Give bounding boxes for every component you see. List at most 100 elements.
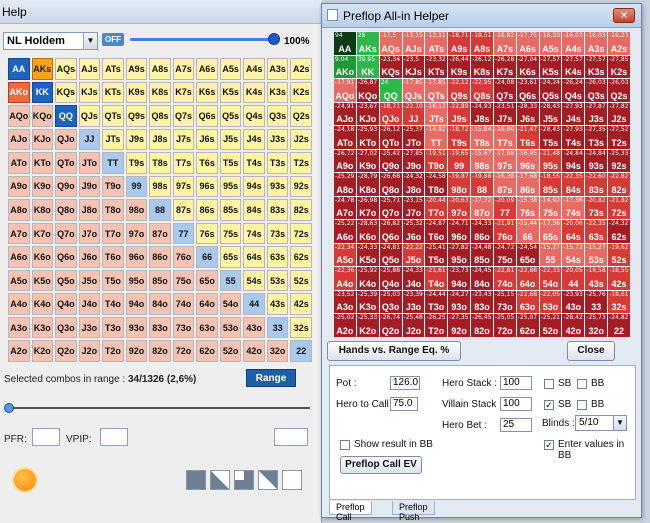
hand-cell[interactable]: 62o xyxy=(196,340,218,362)
equity-cell[interactable]: -24,78 A7o xyxy=(334,196,356,220)
equity-cell[interactable]: -22,35 63s xyxy=(585,220,608,243)
equity-cell[interactable]: -22,33 54o xyxy=(539,267,562,290)
equity-cell[interactable]: -25,37 JTo xyxy=(402,126,425,149)
hand-cell[interactable]: J5o xyxy=(78,269,101,292)
hand-cell[interactable]: J4o xyxy=(78,293,101,315)
equity-cell[interactable]: -19,51 T9o xyxy=(425,149,448,173)
equity-cell[interactable]: -22,82 82s xyxy=(608,173,630,196)
hand-cell[interactable]: KJo xyxy=(31,128,54,151)
hand-cell[interactable]: T6s xyxy=(196,152,218,174)
hand-cell[interactable]: QTo xyxy=(55,152,77,174)
hand-cell[interactable]: 92o xyxy=(125,340,148,362)
hand-cell[interactable]: 87s xyxy=(172,199,195,221)
equity-cell[interactable]: -19,87 98o xyxy=(448,173,471,196)
pfr-input[interactable] xyxy=(32,428,60,446)
hand-cell[interactable]: Q5o xyxy=(55,269,77,292)
hand-cell[interactable]: 73o xyxy=(172,316,195,339)
equity-cell[interactable]: -25,71 Q7o xyxy=(379,196,402,220)
equity-cell[interactable]: 94 AA xyxy=(334,32,356,55)
equity-cell[interactable]: -26,44 K9s xyxy=(448,55,471,79)
empty-square-icon[interactable] xyxy=(282,470,302,490)
equity-cell[interactable]: -18,71 QJo xyxy=(379,102,402,126)
hand-cell[interactable]: K3s xyxy=(266,81,289,104)
equity-cell[interactable]: -26,03 Q3s xyxy=(585,79,608,102)
hand-cell[interactable]: 63o xyxy=(196,316,218,339)
hand-cell[interactable]: 93o xyxy=(125,316,148,339)
equity-cell[interactable]: -24,54 65o xyxy=(516,243,539,267)
hand-cell[interactable]: QJo xyxy=(55,128,77,151)
hand-cell[interactable]: 32o xyxy=(266,340,289,362)
equity-cell[interactable]: -25,22 A6o xyxy=(334,220,356,243)
hand-cell[interactable]: 64o xyxy=(196,293,218,315)
equity-cell[interactable]: -26,03 Q2s xyxy=(608,79,630,102)
equity-cell[interactable]: -24,32 62s xyxy=(608,220,630,243)
hand-cell[interactable]: A8s xyxy=(149,58,171,80)
equity-cell[interactable]: -22,22 J5o xyxy=(402,243,425,267)
hand-cell[interactable]: T4o xyxy=(102,293,124,315)
extra-input[interactable] xyxy=(274,428,308,446)
hand-cell[interactable]: K5s xyxy=(219,81,242,104)
equity-cell[interactable]: -25,21 52o xyxy=(539,314,562,337)
equity-cell[interactable]: -25,05 72o xyxy=(493,314,516,337)
game-select[interactable]: NL Holdem ▼ xyxy=(3,32,98,50)
equity-cell[interactable]: -16,95 96s xyxy=(516,149,539,173)
equity-cell[interactable]: -16,38 87s xyxy=(493,173,516,196)
hand-cell[interactable]: J2s xyxy=(290,128,312,151)
equity-cell[interactable]: -27,35 92o xyxy=(448,314,471,337)
equity-cell[interactable]: -22,10 JJ xyxy=(402,102,425,126)
hand-cell[interactable]: Q4s xyxy=(243,105,265,127)
hand-cell[interactable]: A2s xyxy=(290,58,312,80)
equity-cell[interactable]: -24,33 J4o xyxy=(402,267,425,290)
equity-cell[interactable]: -25,33 92s xyxy=(608,149,630,173)
equity-cell[interactable]: -24,72 75o xyxy=(493,243,516,267)
range-button[interactable]: Range xyxy=(246,369,296,387)
equity-cell[interactable]: -22,12 Q9s xyxy=(448,79,471,102)
equity-cell[interactable]: -22,35 84s xyxy=(562,173,585,196)
equity-cell[interactable]: -25,76 33 xyxy=(585,290,608,314)
vpip-input[interactable] xyxy=(100,428,128,446)
hand-cell[interactable]: 32s xyxy=(290,316,312,339)
equity-cell[interactable]: -27,85 J9o xyxy=(402,149,425,173)
hand-cell[interactable]: 92s xyxy=(290,175,312,198)
equity-cell[interactable]: -24,81 Q5o xyxy=(379,243,402,267)
equity-cell[interactable]: -21,48 95s xyxy=(539,149,562,173)
hand-cell[interactable]: 65o xyxy=(196,269,218,292)
equity-cell[interactable]: -15,27 55 xyxy=(539,243,562,267)
hand-cell[interactable]: AKs xyxy=(31,58,54,80)
hand-cell[interactable]: QJs xyxy=(78,105,101,127)
hero-sb-checkbox[interactable] xyxy=(544,379,554,389)
equity-cell[interactable]: -22,60 83s xyxy=(585,173,608,196)
equity-cell[interactable]: -15,84 T8s xyxy=(471,126,493,149)
hand-cell[interactable]: 95s xyxy=(219,175,242,198)
equity-cell[interactable]: -15,67 98s xyxy=(471,149,493,173)
hand-cell[interactable]: 94s xyxy=(243,175,265,198)
hand-cell[interactable]: K2s xyxy=(290,81,312,104)
equity-cell[interactable]: -19,58 43s xyxy=(585,267,608,290)
equity-cell[interactable]: -26,24 Q4s xyxy=(562,79,585,102)
equity-cell[interactable]: -19,65 99 xyxy=(448,149,471,173)
hand-cell[interactable]: 54s xyxy=(243,269,265,292)
show-result-bb-checkbox[interactable] xyxy=(340,440,350,450)
equity-cell[interactable]: -27,82 J2s xyxy=(608,102,630,126)
hand-cell[interactable]: A3s xyxy=(266,58,289,80)
hand-cell[interactable]: Q2s xyxy=(290,105,312,127)
equity-cell[interactable]: -28,33 J6s xyxy=(516,102,539,126)
hand-cell[interactable]: 43o xyxy=(243,316,265,339)
equity-cell[interactable]: -16,03 A4s xyxy=(562,32,585,55)
hand-cell[interactable]: T8o xyxy=(102,199,124,221)
equity-cell[interactable]: -25,39 K3o xyxy=(356,290,379,314)
hand-cell[interactable]: 63s xyxy=(266,246,289,268)
orange-icon[interactable] xyxy=(12,467,38,493)
hand-cell[interactable]: J7o xyxy=(78,222,101,245)
hand-cell[interactable]: 55 xyxy=(219,269,242,292)
equity-cell[interactable]: -22,88 64o xyxy=(516,267,539,290)
equity-cell[interactable]: -24,82 22 xyxy=(608,314,630,337)
equity-cell[interactable]: -17,81 AQo xyxy=(334,79,356,102)
hand-cell[interactable]: 88 xyxy=(149,199,171,221)
equity-cell[interactable]: -23,52 A3o xyxy=(334,290,356,314)
equity-cell[interactable]: -24,18 ATo xyxy=(334,126,356,149)
equity-cell[interactable]: -28,43 T5s xyxy=(539,126,562,149)
equity-cell[interactable]: -27,35 T3s xyxy=(585,126,608,149)
equity-cell[interactable]: -25,32 J6o xyxy=(402,220,425,243)
hand-cell[interactable]: T9o xyxy=(102,175,124,198)
